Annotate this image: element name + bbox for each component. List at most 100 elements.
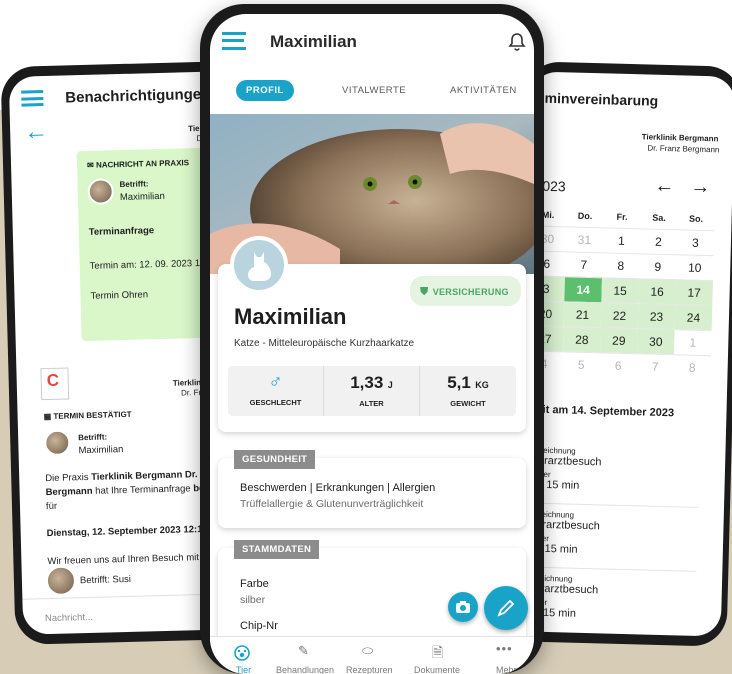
- document-icon[interactable]: 🗎: [432, 642, 443, 666]
- nav-dokumente[interactable]: Dokumente: [414, 665, 460, 674]
- calendar-day: 1: [674, 329, 712, 356]
- pet-avatar[interactable]: [230, 236, 288, 294]
- appointment-reason: Termin Ohren: [90, 289, 149, 302]
- calendar-icon: ▦: [43, 411, 52, 422]
- health-card[interactable]: GESUNDHEIT Beschwerden | Erkrankungen | …: [218, 450, 526, 528]
- time-slot[interactable]: Bezeichnung Tierarztbesuch Dauer ca. 15 …: [520, 441, 700, 508]
- avatar: [87, 178, 115, 205]
- syringe-icon[interactable]: ✎: [298, 643, 309, 659]
- cat-icon: [248, 252, 271, 281]
- stats-row: ♂ GESCHLECHT 1,33 J ALTER 5,1 KG GEWICHT: [228, 366, 516, 416]
- calendar-day[interactable]: 15: [601, 277, 639, 304]
- weight-stat: 5,1 KG GEWICHT: [420, 366, 516, 416]
- calendar-day[interactable]: 10: [675, 254, 714, 281]
- insurance-label: VERSICHERUNG: [432, 287, 509, 297]
- avatar: [43, 429, 71, 457]
- camera-button[interactable]: [448, 592, 478, 622]
- age-label: ALTER: [359, 399, 384, 408]
- edit-button[interactable]: [484, 586, 528, 630]
- calendar-day[interactable]: 23: [637, 303, 676, 330]
- clinic-logo: C: [40, 367, 70, 401]
- nav-behandlungen[interactable]: Behandlungen: [276, 665, 334, 674]
- calendar-day[interactable]: 9: [638, 253, 677, 280]
- slots-header: eit am 14. September 2023: [536, 403, 675, 420]
- master-data-card: STAMMDATEN Farbe silber Chip-Nr 71823017…: [218, 540, 526, 648]
- calendar-day[interactable]: 3: [676, 229, 715, 256]
- calendar-day[interactable]: 30: [637, 328, 675, 355]
- prev-month-icon[interactable]: ←: [654, 175, 675, 199]
- appointment-date: Termin am: 12. 09. 2023 1: [89, 257, 201, 272]
- age-value: 1,33: [350, 373, 384, 392]
- calendar-day[interactable]: 22: [600, 302, 639, 329]
- pill-icon[interactable]: ⬭: [362, 643, 373, 659]
- time-slot[interactable]: Bezeichnung Tierarztbesuch Dauer ca. 15 …: [518, 505, 698, 572]
- month-label: 023: [542, 177, 566, 195]
- bell-icon[interactable]: [508, 32, 526, 52]
- weekday: So.: [688, 213, 704, 224]
- chip-label: Chip-Nr: [240, 620, 278, 632]
- calendar-day[interactable]: 7: [565, 251, 603, 278]
- calendar-day[interactable]: 29: [600, 327, 638, 354]
- shield-icon: ⛊: [420, 286, 429, 298]
- center-screen: Maximilian PROFIL VITALWERTE AKTIVITÄTEN: [210, 14, 534, 674]
- menu-icon[interactable]: [21, 90, 44, 107]
- weekday: Fr.: [616, 211, 628, 222]
- calendar-day[interactable]: 8: [601, 252, 640, 279]
- calendar-day[interactable]: 28: [563, 326, 601, 353]
- page-title: minvereinbarung: [544, 89, 659, 109]
- calendar-day: 7: [636, 353, 675, 380]
- pet-breed: Katze - Mitteleuropäische Kurzhaarkatze: [234, 338, 415, 349]
- body-text: Die Praxis: [45, 471, 92, 485]
- calendar-day[interactable]: 16: [638, 278, 676, 305]
- calendar-day[interactable]: 21: [563, 301, 602, 328]
- tab-aktivitaeten[interactable]: AKTIVITÄTEN: [450, 85, 517, 96]
- menu-icon[interactable]: [222, 32, 246, 50]
- calendar-day[interactable]: 1: [602, 227, 641, 254]
- body-text: Tierklinik Bergmann Dr. Fra: [91, 468, 216, 483]
- age-stat: 1,33 J ALTER: [324, 366, 420, 416]
- right-screen: minvereinbarung Tierklinik Bergmann Dr. …: [516, 71, 732, 637]
- calendar-day[interactable]: 24: [674, 304, 713, 331]
- page-title: Maximilian: [270, 32, 357, 51]
- body-text: Bergmann: [45, 485, 93, 499]
- nav-tier[interactable]: Tier: [236, 665, 251, 674]
- doctor-name: Dr. Franz Bergmann: [647, 143, 720, 155]
- age-unit: J: [387, 380, 393, 390]
- center-phone: Maximilian PROFIL VITALWERTE AKTIVITÄTEN: [200, 4, 544, 674]
- tab-vitalwerte[interactable]: VITALWERTE: [342, 85, 406, 96]
- camera-icon: [456, 601, 470, 613]
- nav-mehr[interactable]: Mehr: [496, 665, 517, 674]
- subject-label: Betrifft:: [119, 179, 149, 190]
- footer-subject: Betrifft: Susi: [79, 573, 132, 587]
- calendar-day-selected[interactable]: 14: [564, 276, 602, 303]
- paw-icon[interactable]: [234, 645, 250, 661]
- profile-card: ⛊ VERSICHERUNG Maximilian Katze - Mittel…: [218, 236, 526, 432]
- back-arrow-icon[interactable]: ←: [24, 118, 49, 146]
- tab-profil[interactable]: PROFIL: [236, 80, 294, 101]
- calendar: Mi. Do. Fr. Sa. So. 30 31 1 2 3 6 7 8 9 10 3 14 15 16 17…: [525, 203, 715, 381]
- nav-rezepturen[interactable]: Rezepturen: [346, 665, 393, 674]
- male-icon: ♂: [268, 372, 283, 393]
- tab-bar: PROFIL VITALWERTE AKTIVITÄTEN: [210, 76, 534, 106]
- message-badge: ✉ NACHRICHT AN PRAXIS: [87, 158, 189, 170]
- subject-value: Maximilian: [78, 444, 124, 457]
- next-month-icon[interactable]: →: [690, 176, 711, 200]
- calendar-day: 6: [599, 352, 638, 379]
- clinic-name: Tierklinik Bergmann: [641, 132, 719, 144]
- health-details: Trüffelallergie & Glutenunverträglichkei…: [240, 498, 424, 510]
- health-categories: Beschwerden | Erkrankungen | Allergien: [240, 482, 436, 494]
- section-header: STAMMDATEN: [234, 540, 320, 559]
- section-header: GESUNDHEIT: [234, 450, 316, 469]
- mail-icon: ✉: [86, 160, 94, 170]
- calendar-day[interactable]: 17: [675, 279, 713, 306]
- avatar: [45, 565, 77, 597]
- gender-label: GESCHLECHT: [249, 398, 302, 407]
- insurance-badge[interactable]: ⛊ VERSICHERUNG: [410, 276, 521, 306]
- weight-label: GEWICHT: [450, 399, 486, 408]
- badge-text: TERMIN BESTÄTIGT: [53, 409, 132, 421]
- confirmed-badge: ▦ TERMIN BESTÄTIGT: [44, 410, 132, 421]
- more-icon[interactable]: •••: [496, 641, 513, 656]
- calendar-day[interactable]: 2: [639, 228, 678, 255]
- color-label: Farbe: [240, 578, 269, 590]
- body-text: für: [45, 500, 58, 513]
